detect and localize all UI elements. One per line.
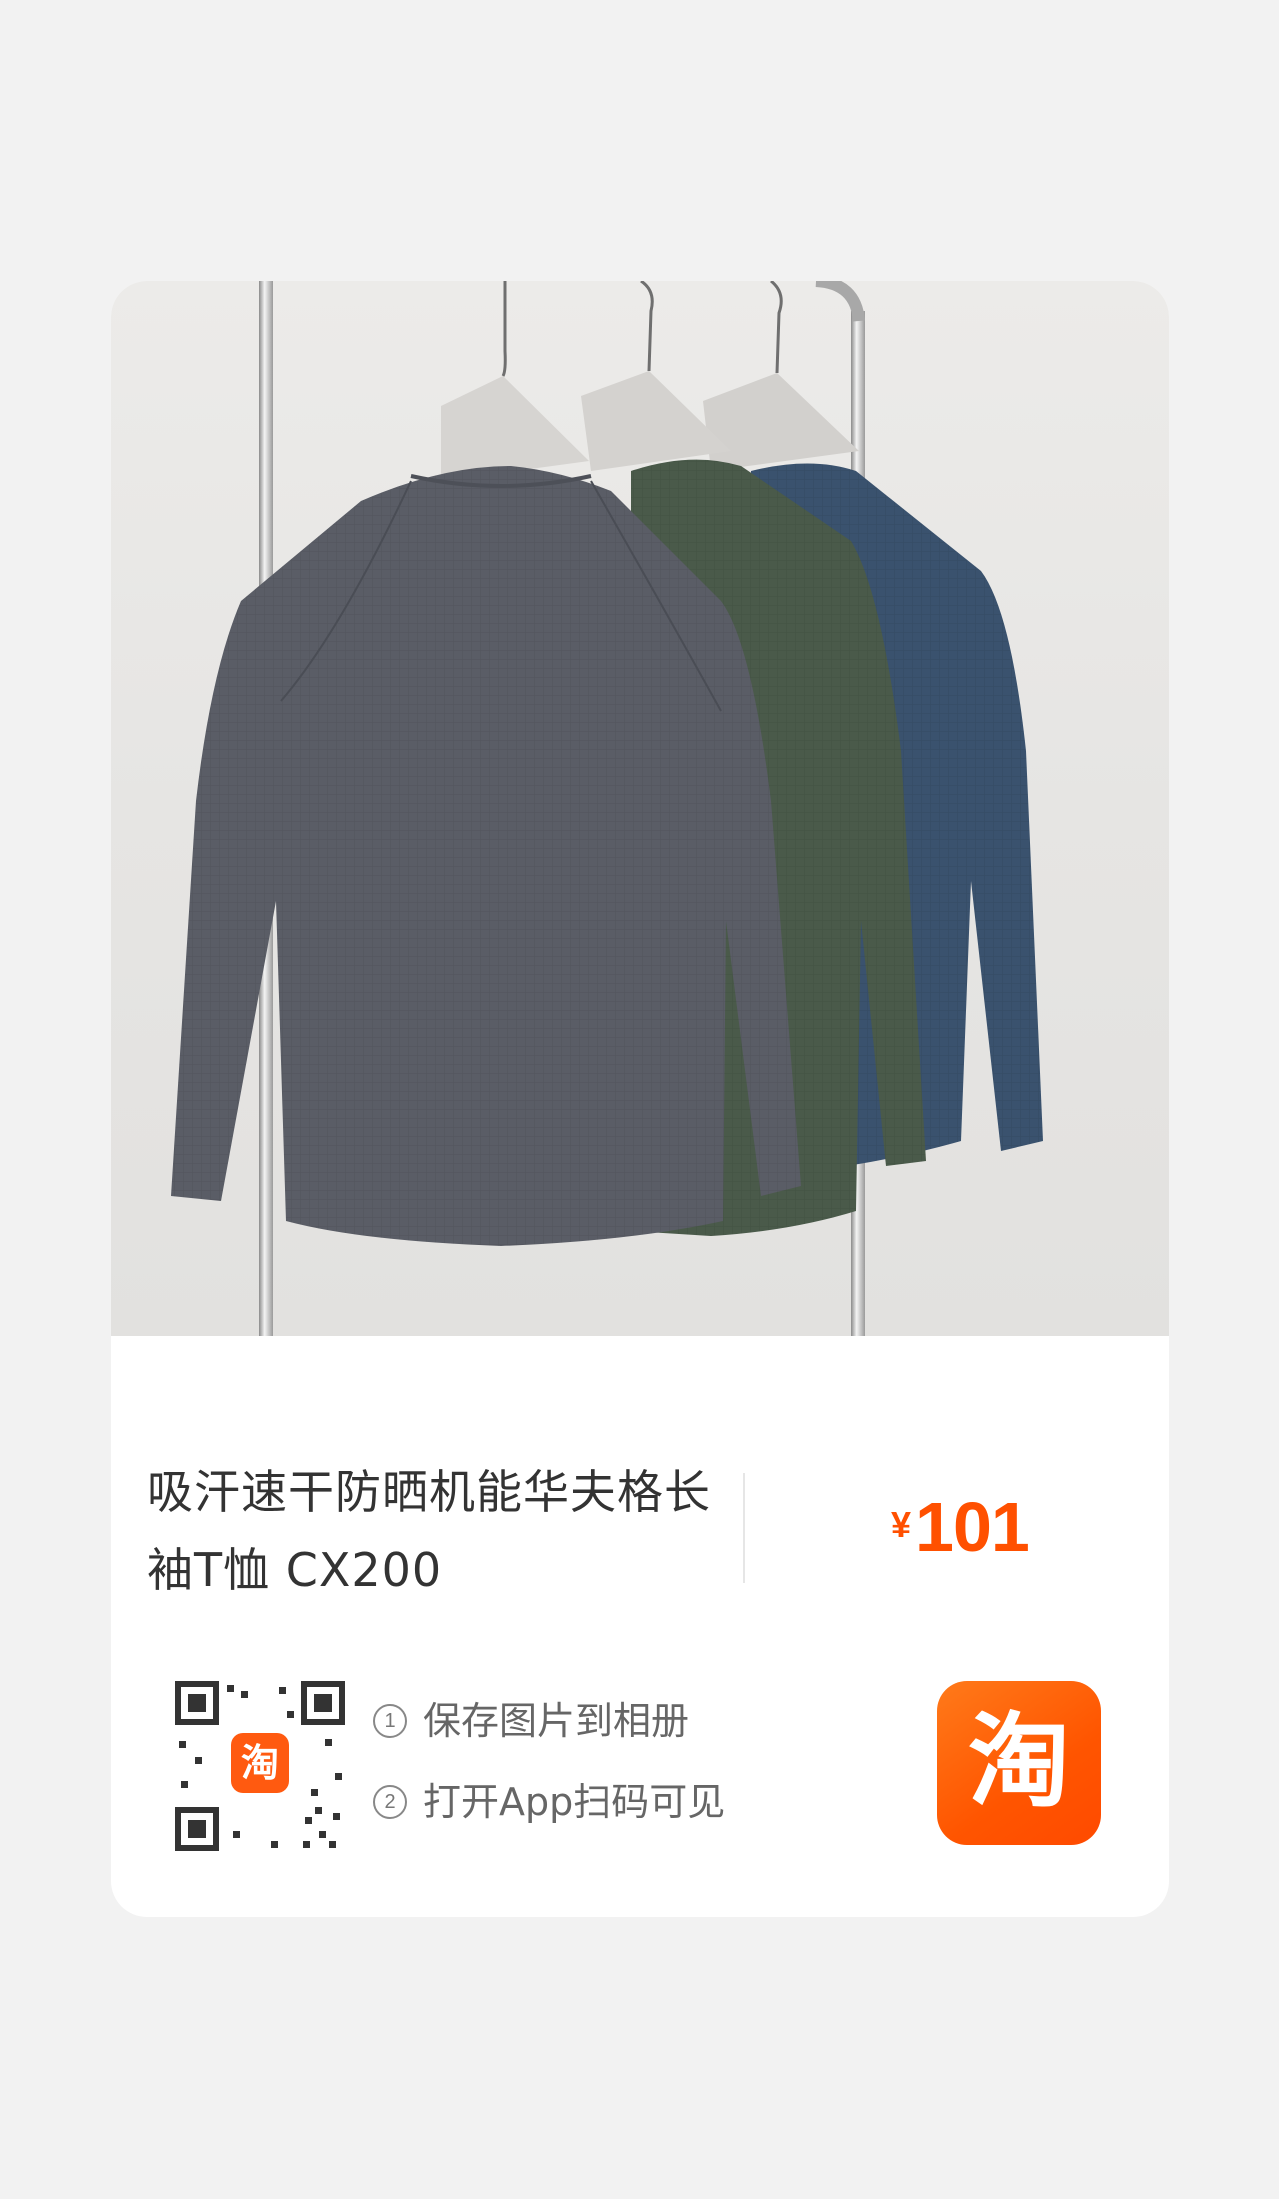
step-label: 打开App扫码可见	[423, 1780, 726, 1824]
step-open-app: 2 打开App扫码可见	[373, 1774, 725, 1830]
divider	[743, 1473, 745, 1583]
product-title: 吸汗速干防晒机能华夫格长 袖T恤 CX200	[147, 1453, 737, 1609]
share-card: 吸汗速干防晒机能华夫格长 袖T恤 CX200 ¥101 淘 1 保存图片到相册 …	[111, 281, 1169, 1917]
price-value: 101	[915, 1488, 1030, 1566]
product-title-line2: 袖T恤 CX200	[147, 1543, 443, 1597]
taobao-logo-char: 淘	[968, 1703, 1070, 1822]
product-photo-illustration	[171, 281, 1043, 1336]
product-photo	[111, 281, 1169, 1336]
price: ¥101	[891, 1487, 1030, 1567]
price-symbol: ¥	[891, 1504, 912, 1545]
qr-code: 淘	[175, 1681, 345, 1851]
step-label: 保存图片到相册	[423, 1699, 690, 1743]
step-save-image: 1 保存图片到相册	[373, 1693, 725, 1749]
share-steps: 1 保存图片到相册 2 打开App扫码可见	[373, 1693, 725, 1855]
step-number: 2	[373, 1785, 407, 1819]
step-number: 1	[373, 1704, 407, 1738]
taobao-app-icon[interactable]: 淘	[937, 1681, 1101, 1845]
qr-badge-icon: 淘	[240, 1741, 279, 1785]
product-title-line1: 吸汗速干防晒机能华夫格长	[147, 1465, 711, 1519]
